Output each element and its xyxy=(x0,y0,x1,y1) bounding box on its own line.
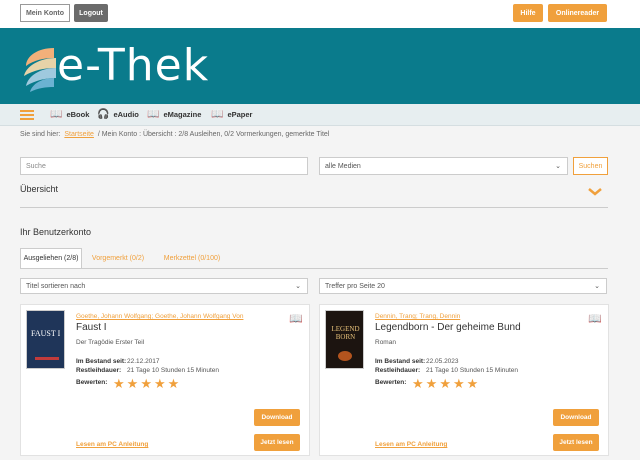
star-icon[interactable]: ★ xyxy=(154,377,166,390)
breadcrumb-home-link[interactable]: Startseite xyxy=(64,131,94,138)
pc-anleitung-link[interactable]: Lesen am PC Anleitung xyxy=(76,441,148,448)
logout-button[interactable]: Logout xyxy=(74,4,108,22)
sort-select[interactable]: Titel sortieren nach ⌄ xyxy=(20,278,308,294)
bestand-label: Im Bestand seit: xyxy=(76,358,127,365)
headphones-icon: 🎧 xyxy=(97,109,110,120)
bewerten-label: Bewerten: xyxy=(76,379,108,386)
rating-stars: ★ ★ ★ ★ ★ xyxy=(113,377,179,390)
jetzt-lesen-button[interactable]: Jetzt lesen xyxy=(553,434,599,451)
star-icon[interactable]: ★ xyxy=(113,377,125,390)
book-cover-image[interactable]: FAUST I xyxy=(26,310,65,369)
book-title[interactable]: Faust I xyxy=(76,322,107,333)
star-icon[interactable]: ★ xyxy=(467,377,479,390)
mein-konto-button[interactable]: Mein Konto xyxy=(20,4,70,22)
search-input[interactable]: Suche xyxy=(20,157,308,175)
chevron-down-icon: ⌄ xyxy=(295,283,301,290)
nav-item-label: ePaper xyxy=(227,110,253,119)
nav-item-eaudio[interactable]: 🎧 eAudio xyxy=(97,109,139,120)
tab-merkzettel[interactable]: Merkzettel (0/100) xyxy=(154,248,230,268)
book-card: FAUST I Goethe, Johann Wolfgang; Goethe,… xyxy=(20,304,310,456)
divider xyxy=(20,207,608,208)
book-author-link[interactable]: Goethe, Johann Wolfgang; Goethe, Johann … xyxy=(76,313,243,320)
nav-item-label: eBook xyxy=(66,110,90,119)
book-cover-image[interactable]: LEGEND BORN xyxy=(325,310,364,369)
breadcrumb: Sie sind hier: Startseite / Mein Konto :… xyxy=(20,131,329,138)
jetzt-lesen-button[interactable]: Jetzt lesen xyxy=(254,434,300,451)
leihdauer-value: 21 Tage 10 Stunden 15 Minuten xyxy=(127,367,220,374)
nav-item-label: eAudio xyxy=(113,110,139,119)
star-icon[interactable]: ★ xyxy=(168,377,180,390)
sort-select-value: Titel sortieren nach xyxy=(26,282,86,290)
per-page-select[interactable]: Treffer pro Seite 20 ⌄ xyxy=(319,278,607,294)
cover-title: LEGEND BORN xyxy=(331,325,360,342)
tab-divider xyxy=(20,268,608,269)
download-button[interactable]: Download xyxy=(254,409,300,426)
open-book-icon: 📖 xyxy=(211,109,224,120)
bewerten-label: Bewerten: xyxy=(375,379,407,386)
media-select-value: alle Medien xyxy=(325,162,361,170)
search-button[interactable]: Suchen xyxy=(573,157,608,175)
breadcrumb-prefix: Sie sind hier: xyxy=(20,131,61,138)
book-subtitle: Der Tragödie Erster Teil xyxy=(76,339,145,346)
media-select[interactable]: alle Medien ⌄ xyxy=(319,157,568,175)
cover-title: FAUST I xyxy=(31,329,61,338)
pc-anleitung-link[interactable]: Lesen am PC Anleitung xyxy=(375,441,447,448)
nav-item-label: eMagazine xyxy=(163,110,202,119)
onlinereader-button[interactable]: Onlinereader xyxy=(548,4,607,22)
section-title-uebersicht: Übersicht xyxy=(20,184,59,194)
logo-text[interactable]: e-Thek xyxy=(57,44,209,88)
open-book-icon: 📖 xyxy=(50,109,63,120)
star-icon[interactable]: ★ xyxy=(453,377,465,390)
bestand-value: 22.12.2017 xyxy=(127,358,160,365)
open-book-icon: 📖 xyxy=(147,109,160,120)
open-book-icon: 📖 xyxy=(289,313,303,325)
open-book-icon: 📖 xyxy=(588,313,602,325)
star-icon[interactable]: ★ xyxy=(439,377,451,390)
breadcrumb-current: / Mein Konto : Übersicht : 2/8 Ausleihen… xyxy=(97,131,330,138)
leihdauer-label: Restleihdauer: xyxy=(76,367,122,374)
star-icon[interactable]: ★ xyxy=(412,377,424,390)
rating-stars: ★ ★ ★ ★ ★ xyxy=(412,377,478,390)
per-page-select-value: Treffer pro Seite 20 xyxy=(325,282,385,290)
book-card: LEGEND BORN Dennin, Trang; Trang, Dennin… xyxy=(319,304,609,456)
book-title[interactable]: Legendborn - Der geheime Bund xyxy=(375,322,521,333)
chevron-down-icon: ⌄ xyxy=(555,163,561,170)
top-bar: Mein Konto Logout Hilfe Onlinereader xyxy=(0,0,640,28)
main-nav: 📖 eBook 🎧 eAudio 📖 eMagazine 📖 ePaper xyxy=(0,104,640,126)
hilfe-button[interactable]: Hilfe xyxy=(513,4,543,22)
leihdauer-value: 21 Tage 10 Stunden 15 Minuten xyxy=(426,367,519,374)
logo-icon xyxy=(24,48,56,92)
nav-item-epaper[interactable]: 📖 ePaper xyxy=(211,109,252,120)
hamburger-icon[interactable] xyxy=(20,110,34,120)
book-subtitle: Roman xyxy=(375,339,396,346)
tab-vorgemerkt[interactable]: Vorgemerkt (0/2) xyxy=(86,248,150,268)
star-icon[interactable]: ★ xyxy=(127,377,139,390)
section-title-benutzerkonto: Ihr Benutzerkonto xyxy=(20,227,92,237)
tab-ausgeliehen[interactable]: Ausgeliehen (2/8) xyxy=(20,248,82,268)
expand-chevron-icon[interactable] xyxy=(587,187,603,197)
bestand-label: Im Bestand seit: xyxy=(375,358,426,365)
leihdauer-label: Restleihdauer: xyxy=(375,367,421,374)
chevron-down-icon: ⌄ xyxy=(594,283,600,290)
star-icon[interactable]: ★ xyxy=(140,377,152,390)
nav-item-ebook[interactable]: 📖 eBook xyxy=(50,109,89,120)
nav-item-emagazine[interactable]: 📖 eMagazine xyxy=(147,109,201,120)
star-icon[interactable]: ★ xyxy=(426,377,438,390)
download-button[interactable]: Download xyxy=(553,409,599,426)
bestand-value: 22.05.2023 xyxy=(426,358,459,365)
book-author-link[interactable]: Dennin, Trang; Trang, Dennin xyxy=(375,313,460,320)
